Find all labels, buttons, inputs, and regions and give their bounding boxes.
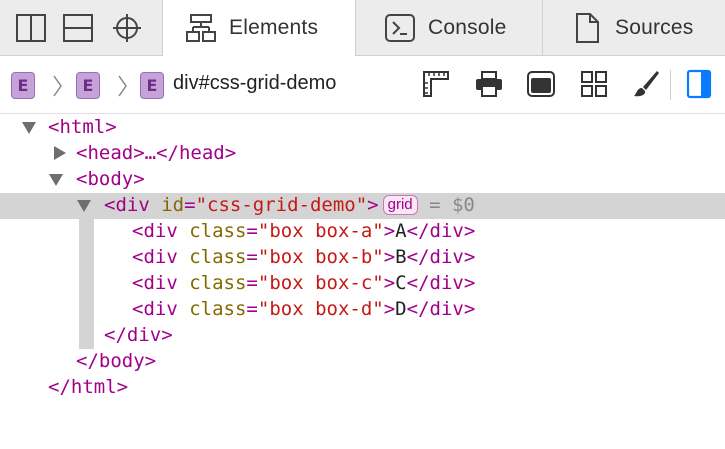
child-div-d[interactable]: <div class="box box-d">D</div>	[132, 296, 475, 322]
tab-elements-label: Elements	[229, 16, 319, 39]
breadcrumb-separator-icon	[53, 75, 62, 97]
child-div-b[interactable]: <div class="box box-b">B</div>	[132, 244, 475, 270]
breadcrumb-current[interactable]: div#css-grid-demo	[173, 72, 336, 95]
children-guide	[79, 219, 94, 349]
breadcrumb-div-element-icon[interactable]: E	[140, 72, 164, 99]
breadcrumb-bar: E E E	[0, 56, 725, 114]
child-div-a[interactable]: <div class="box box-a">A</div>	[132, 218, 475, 244]
dock-bottom-icon[interactable]	[63, 13, 93, 43]
layers-icon[interactable]	[526, 69, 556, 99]
expand-toggle-icon[interactable]	[22, 122, 36, 134]
print-icon[interactable]	[474, 69, 504, 99]
tab-sources-label: Sources	[615, 15, 694, 39]
grid-overlay-icon[interactable]	[579, 69, 609, 99]
div-grid-demo-open-tag[interactable]: <div id="css-grid-demo"> grid = $0	[104, 192, 475, 218]
inspect-crosshair-icon[interactable]	[112, 13, 142, 43]
body-open-tag[interactable]: <body>	[76, 166, 145, 192]
head-node[interactable]: <head>…</head>	[76, 140, 236, 166]
paintbrush-icon[interactable]	[631, 69, 661, 99]
tab-sources[interactable]: Sources	[542, 0, 725, 55]
rulers-icon[interactable]	[421, 69, 451, 99]
sidebar-toggle-icon[interactable]	[684, 69, 714, 99]
dock-side-icon[interactable]	[16, 13, 46, 43]
div-close-tag[interactable]: </div>	[104, 322, 173, 348]
expand-toggle-icon[interactable]	[77, 200, 91, 212]
html-open-tag[interactable]: <html>	[48, 114, 117, 140]
child-div-c[interactable]: <div class="box box-c">C</div>	[132, 270, 475, 296]
breadcrumb-body-element-icon[interactable]: E	[76, 72, 100, 99]
tab-console[interactable]: Console	[355, 0, 542, 55]
toolbar-divider	[670, 70, 671, 100]
collapse-toggle-icon[interactable]	[54, 146, 66, 160]
expand-toggle-icon[interactable]	[49, 174, 63, 186]
selected-ref: = $0	[429, 194, 475, 216]
html-close-tag[interactable]: </html>	[48, 374, 128, 400]
body-close-tag[interactable]: </body>	[76, 348, 156, 374]
console-icon	[385, 13, 415, 42]
tab-elements[interactable]: Elements	[162, 0, 355, 56]
grid-badge[interactable]: grid	[382, 195, 418, 215]
sources-icon	[576, 12, 599, 43]
tab-bar: Elements Console Sources	[0, 0, 725, 56]
elements-icon	[186, 14, 216, 42]
tab-console-label: Console	[428, 15, 507, 39]
breadcrumb-separator-icon	[118, 75, 127, 97]
breadcrumb-html-element-icon[interactable]: E	[11, 72, 35, 99]
